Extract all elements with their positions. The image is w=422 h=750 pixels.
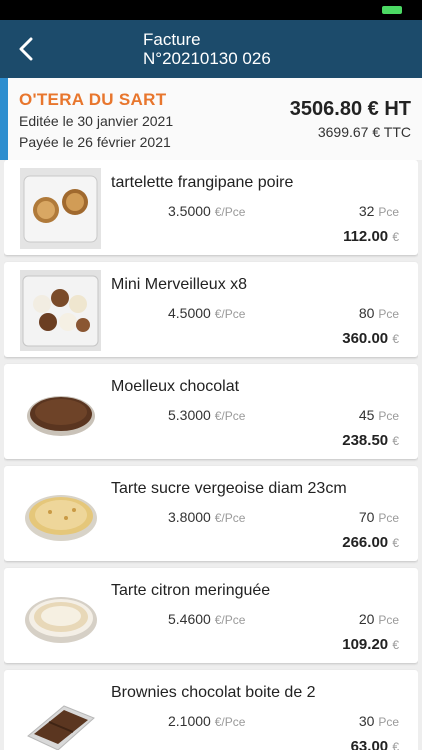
invoice-summary: O'TERA DU SART Editée le 30 janvier 2021…	[0, 78, 422, 160]
total-ttc: 3699.67 € TTC	[317, 124, 411, 140]
currency: €	[392, 638, 399, 652]
unit-price-value: 3.8000	[168, 509, 211, 525]
line-total-value: 360.00	[342, 330, 389, 347]
status-bar	[0, 0, 422, 20]
invoice-lines[interactable]: tartelette frangipane poire 3.5000 €/Pce…	[4, 160, 418, 750]
unit-price-unit: €/Pce	[214, 613, 246, 627]
quantity: 30 Pce	[359, 713, 399, 729]
quantity-unit: Pce	[378, 205, 399, 219]
line-total-value: 112.00	[343, 228, 389, 245]
currency: €	[392, 434, 399, 448]
item-name: Tarte citron meringuée	[111, 582, 271, 599]
quantity-unit: Pce	[378, 409, 399, 423]
list-item[interactable]: tartelette frangipane poire 3.5000 €/Pce…	[4, 160, 418, 255]
tartelette-photo	[20, 168, 101, 249]
quantity-value: 30	[358, 713, 375, 729]
tarte-citron-photo	[20, 576, 101, 657]
item-name: Moelleux chocolat	[111, 378, 240, 395]
unit-price: 3.8000 €/Pce	[168, 509, 245, 525]
quantity: 45 Pce	[359, 407, 399, 423]
back-button[interactable]	[12, 32, 40, 66]
chevron-left-icon	[19, 37, 33, 61]
currency: €	[392, 332, 399, 346]
currency: €	[392, 740, 399, 750]
nav-bar: Facture N°20210130 026	[0, 20, 422, 78]
list-item[interactable]: Mini Merveilleux x8 4.5000 €/Pce 80 Pce …	[4, 262, 418, 357]
line-total-value: 238.50	[342, 432, 389, 449]
quantity-unit: Pce	[378, 511, 399, 525]
line-total-value: 266.00	[342, 534, 389, 551]
line-total: 112.00 €	[343, 228, 399, 245]
item-name: Tarte sucre vergeoise diam 23cm	[111, 480, 347, 497]
line-total: 360.00 €	[342, 330, 399, 347]
unit-price: 5.3000 €/Pce	[168, 407, 245, 423]
unit-price-unit: €/Pce	[214, 205, 246, 219]
line-total-value: 109.20	[342, 636, 389, 653]
quantity-value: 45	[358, 407, 375, 423]
unit-price-value: 4.5000	[168, 305, 211, 321]
list-item[interactable]: Brownies chocolat boite de 2 2.1000 €/Pc…	[4, 670, 418, 750]
quantity: 80 Pce	[359, 305, 399, 321]
item-name: tartelette frangipane poire	[111, 174, 294, 191]
quantity: 32 Pce	[359, 203, 399, 219]
list-item[interactable]: Tarte citron meringuée 5.4600 €/Pce 20 P…	[4, 568, 418, 663]
currency: €	[392, 536, 399, 550]
moelleux-photo	[20, 372, 101, 453]
brownies-photo	[20, 678, 101, 750]
list-item[interactable]: Moelleux chocolat 5.3000 €/Pce 45 Pce 23…	[4, 364, 418, 459]
unit-price-value: 2.1000	[168, 713, 211, 729]
line-total: 238.50 €	[342, 432, 399, 449]
merveilleux-photo	[20, 270, 101, 351]
line-total: 63.00 €	[351, 738, 399, 750]
quantity: 20 Pce	[359, 611, 399, 627]
paid-date: Payée le 26 février 2021	[19, 134, 171, 150]
line-total: 109.20 €	[342, 636, 399, 653]
unit-price-unit: €/Pce	[214, 511, 246, 525]
list-item[interactable]: Tarte sucre vergeoise diam 23cm 3.8000 €…	[4, 466, 418, 561]
battery-icon	[382, 6, 402, 14]
line-total-value: 63.00	[350, 738, 389, 750]
tarte-sucre-photo	[20, 474, 101, 555]
unit-price: 2.1000 €/Pce	[168, 713, 245, 729]
unit-price: 4.5000 €/Pce	[168, 305, 245, 321]
quantity-value: 80	[358, 305, 375, 321]
quantity-unit: Pce	[378, 307, 399, 321]
quantity-unit: Pce	[378, 715, 399, 729]
page-title-line1: Facture	[143, 30, 201, 49]
unit-price-unit: €/Pce	[214, 409, 246, 423]
unit-price-value: 5.4600	[168, 611, 211, 627]
line-total: 266.00 €	[342, 534, 399, 551]
unit-price: 5.4600 €/Pce	[168, 611, 245, 627]
invoice-number: N°20210130 026	[143, 49, 271, 68]
accent-bar	[0, 78, 8, 160]
item-name: Brownies chocolat boite de 2	[111, 684, 316, 701]
edit-date: Editée le 30 janvier 2021	[19, 113, 174, 129]
quantity-unit: Pce	[378, 613, 399, 627]
unit-price-unit: €/Pce	[214, 307, 246, 321]
page-title: Facture N°20210130 026	[143, 30, 271, 68]
quantity-value: 20	[358, 611, 375, 627]
quantity-value: 70	[358, 509, 375, 525]
quantity-value: 32	[358, 203, 375, 219]
unit-price-unit: €/Pce	[214, 715, 246, 729]
item-name: Mini Merveilleux x8	[111, 276, 248, 293]
total-ht: 3506.80 € HT	[289, 98, 411, 120]
unit-price: 3.5000 €/Pce	[168, 203, 245, 219]
currency: €	[392, 230, 399, 244]
merchant-name: O'TERA DU SART	[19, 90, 167, 109]
unit-price-value: 5.3000	[168, 407, 211, 423]
unit-price-value: 3.5000	[168, 203, 211, 219]
quantity: 70 Pce	[359, 509, 399, 525]
